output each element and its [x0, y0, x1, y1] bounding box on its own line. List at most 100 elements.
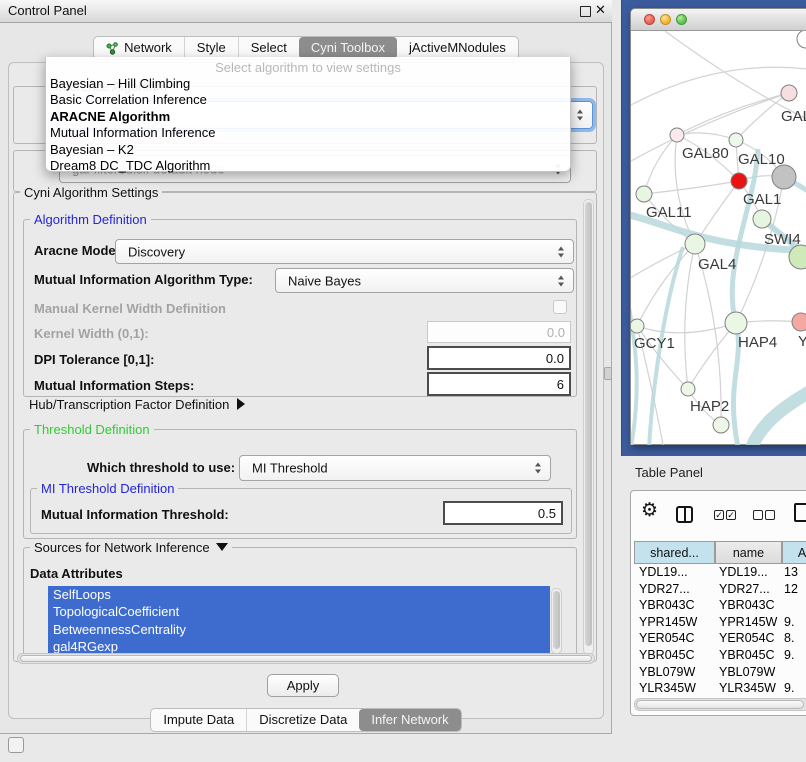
scrollbar-thumb[interactable] — [585, 202, 592, 646]
cell-name: YBL079W — [719, 665, 775, 679]
tab-network[interactable]: Network — [94, 37, 184, 59]
dpi-tolerance-field[interactable] — [427, 346, 571, 370]
settings-horizontal-scrollbar[interactable] — [17, 653, 595, 664]
network-node[interactable] — [797, 31, 806, 48]
algorithm-option-bayesian-k2[interactable]: Bayesian – K2 — [46, 142, 570, 158]
table-row[interactable]: YER054CYER054C8. — [634, 630, 806, 647]
algorithm-definition-title: Algorithm Definition — [30, 212, 151, 227]
tab-label: Discretize Data — [259, 709, 347, 731]
control-panel-tabstrip: Network Style SelectCyni ToolboxjActiveMNo… — [0, 36, 612, 59]
select-all-checks-icon[interactable]: ✓✓ — [714, 510, 736, 520]
aracne-mode-combo[interactable]: Discovery — [115, 239, 574, 264]
scrollbar-thumb[interactable] — [20, 655, 592, 662]
network-node-hap4[interactable] — [725, 312, 747, 334]
tab-label: Infer Network — [371, 709, 448, 731]
scrollbar-thumb[interactable] — [553, 591, 560, 649]
network-node-gal80[interactable] — [670, 128, 684, 142]
attribute-item-selfloops[interactable]: SelfLoops — [48, 586, 550, 603]
network-node-gal[interactable] — [781, 85, 797, 101]
network-node-gal10[interactable] — [729, 133, 743, 147]
network-edge — [644, 135, 677, 194]
table-row[interactable]: YPR145WYPR145W9. — [634, 614, 806, 631]
hub-definition-expander[interactable]: Hub/Transcription Factor Definition — [29, 396, 245, 414]
close-icon[interactable]: ✕ — [595, 2, 606, 18]
mi-threshold-field[interactable] — [443, 501, 563, 525]
mi-steps-field[interactable] — [427, 372, 571, 396]
restore-panel-icon[interactable] — [8, 737, 24, 753]
panel-divider-handle[interactable] — [604, 367, 612, 380]
hub-definition-label: Hub/Transcription Factor Definition — [29, 397, 229, 412]
network-edge — [677, 93, 789, 135]
tab-jactivemnodules[interactable]: jActiveMNodules — [397, 37, 518, 59]
minimize-traffic-light-icon[interactable] — [660, 14, 671, 25]
tab-style[interactable]: Style — [184, 37, 238, 59]
table-row[interactable]: YBR043CYBR043C — [634, 597, 806, 614]
mi-algorithm-type-combo[interactable]: Naive Bayes — [275, 268, 574, 293]
table-panel-title: Table Panel — [635, 465, 703, 480]
network-node-hap2[interactable] — [681, 382, 695, 396]
zoom-traffic-light-icon[interactable] — [676, 14, 687, 25]
table-row[interactable]: YDR27...YDR27...12 — [634, 581, 806, 598]
tab-label: Style — [197, 37, 226, 59]
network-edge — [637, 323, 736, 333]
column-header-a[interactable]: A — [782, 541, 806, 564]
threshold-definition-group: Threshold Definition Which threshold to … — [23, 429, 577, 539]
network-node-y[interactable] — [792, 313, 806, 331]
apply-button[interactable]: Apply — [267, 674, 339, 697]
deselect-all-checks-icon[interactable] — [753, 510, 775, 520]
float-window-icon[interactable] — [580, 6, 591, 17]
cyni-algorithm-settings-group: Cyni Algorithm Settings Algorithm Defini… — [13, 192, 597, 662]
attribute-item-betweennesscentrality[interactable]: BetweennessCentrality — [48, 621, 550, 638]
network-node[interactable] — [772, 165, 796, 189]
tab-select[interactable]: Select — [238, 37, 299, 59]
data-attributes-label: Data Attributes — [30, 566, 123, 581]
close-traffic-light-icon[interactable] — [644, 14, 655, 25]
network-node-gal4[interactable] — [685, 234, 705, 254]
manual-kernel-width-checkbox[interactable] — [553, 300, 567, 314]
combo-stepper-icon — [535, 463, 542, 474]
split-columns-icon[interactable] — [676, 506, 693, 523]
column-header-name[interactable]: name — [715, 541, 782, 564]
column-header-shared[interactable]: shared... — [634, 541, 715, 564]
network-node-gcy1[interactable] — [631, 319, 644, 333]
network-window-titlebar[interactable] — [631, 9, 806, 31]
table-row[interactable]: YBR045CYBR045C9. — [634, 647, 806, 664]
network-edge — [685, 244, 695, 389]
document-icon[interactable] — [794, 503, 806, 522]
tab-infer-network[interactable]: Infer Network — [359, 709, 460, 731]
algorithm-definition-group: Algorithm Definition Aracne Mode: Discov… — [23, 219, 577, 397]
table-horizontal-scrollbar[interactable] — [634, 698, 806, 711]
tab-discretize-data[interactable]: Discretize Data — [246, 709, 359, 731]
tab-cyni-toolbox[interactable]: Cyni Toolbox — [299, 37, 397, 59]
tab-impute-data[interactable]: Impute Data — [151, 709, 246, 731]
algorithm-option-aracne-algorithm[interactable]: ARACNE Algorithm — [46, 109, 570, 125]
network-node[interactable] — [713, 417, 729, 433]
algorithm-option-basic-correlation-inference[interactable]: Basic Correlation Inference — [46, 92, 570, 108]
attribute-item-topologicalcoefficient[interactable]: TopologicalCoefficient — [48, 603, 550, 620]
algorithm-option-mutual-information-inference[interactable]: Mutual Information Inference — [46, 125, 570, 141]
gear-icon[interactable]: ⚙ — [641, 499, 658, 522]
network-node-swi4[interactable] — [753, 210, 771, 228]
table-row[interactable]: YDL19...YDL19...13 — [634, 564, 806, 581]
which-threshold-combo[interactable]: MI Threshold — [239, 455, 551, 481]
collapse-down-icon[interactable] — [216, 543, 228, 551]
node-label-hap2: HAP2 — [690, 398, 729, 415]
aracne-mode-label: Aracne Mode: — [34, 243, 120, 258]
algorithm-option-dream8-dc-tdc-algorithm[interactable]: Dream8 DC_TDC Algorithm — [46, 158, 570, 174]
algorithm-option-bayesian-hill-climbing[interactable]: Bayesian – Hill Climbing — [46, 76, 570, 92]
tab-label: Impute Data — [163, 709, 234, 731]
node-label-y: Y — [798, 333, 806, 350]
cell-name: YBR045C — [719, 648, 775, 662]
kernel-width-field[interactable] — [427, 321, 571, 343]
table-row[interactable]: YLR345WYLR345W9. — [634, 680, 806, 697]
network-canvas[interactable]: GALGAL80GAL10GAL1GAL11SWI4GAL4GCY1HAP4YH… — [631, 31, 806, 445]
mi-algorithm-type-label: Mutual Information Algorithm Type: — [34, 272, 253, 287]
table-row[interactable]: YBL079WYBL079W — [634, 664, 806, 681]
network-node-gal1[interactable] — [731, 173, 747, 189]
threshold-definition-title: Threshold Definition — [30, 422, 154, 437]
network-node-gal11[interactable] — [636, 186, 652, 202]
scrollbar-thumb[interactable] — [636, 700, 804, 709]
cell-shared-name: YPR145W — [639, 615, 697, 629]
settings-vertical-scrollbar[interactable] — [583, 199, 594, 655]
attributes-list-scrollbar[interactable] — [551, 588, 562, 654]
